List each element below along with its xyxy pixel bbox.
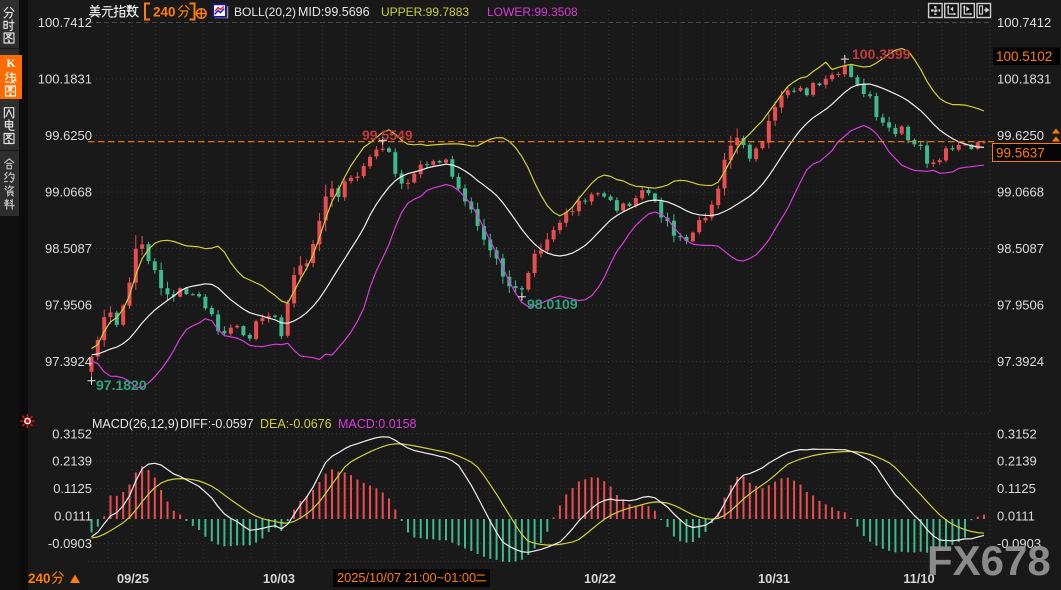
svg-text:0.3152: 0.3152 — [997, 426, 1037, 441]
svg-text:09/25: 09/25 — [117, 571, 149, 586]
svg-text:99.5549: 99.5549 — [362, 127, 413, 143]
svg-text:99.0668: 99.0668 — [45, 185, 92, 200]
svg-text:240: 240 — [153, 5, 176, 20]
svg-text:MACD(26,12,9): MACD(26,12,9) — [92, 417, 179, 431]
svg-text:97.3924: 97.3924 — [45, 354, 92, 369]
svg-text:97.9506: 97.9506 — [45, 298, 92, 313]
svg-text:0.2139: 0.2139 — [997, 454, 1037, 469]
svg-text:10/22: 10/22 — [584, 571, 616, 586]
svg-text:-0.0903: -0.0903 — [48, 536, 92, 551]
svg-text:LOWER:99.3508: LOWER:99.3508 — [487, 5, 578, 19]
svg-text:97.1820: 97.1820 — [96, 377, 147, 393]
svg-text:0.1125: 0.1125 — [997, 481, 1036, 496]
svg-text:100.3599: 100.3599 — [852, 46, 911, 62]
svg-text:MID:99.5696: MID:99.5696 — [298, 5, 370, 19]
svg-text:98.5087: 98.5087 — [45, 241, 92, 256]
svg-text:100.5102: 100.5102 — [996, 49, 1052, 64]
svg-text:0.2139: 0.2139 — [52, 454, 92, 469]
svg-text:FX678: FX678 — [927, 537, 1051, 584]
svg-text:99.6250: 99.6250 — [45, 128, 92, 143]
svg-text:100.7412: 100.7412 — [38, 15, 92, 30]
svg-text:MACD:0.0158: MACD:0.0158 — [338, 417, 417, 431]
svg-text:98.0109: 98.0109 — [527, 296, 578, 312]
svg-text:10/03: 10/03 — [263, 571, 295, 586]
svg-text:98.5087: 98.5087 — [997, 241, 1044, 256]
svg-text:100.7412: 100.7412 — [997, 15, 1051, 30]
svg-text:100.1831: 100.1831 — [997, 72, 1051, 87]
svg-text:DEA:-0.0676: DEA:-0.0676 — [260, 417, 332, 431]
svg-text:99.6250: 99.6250 — [997, 128, 1044, 143]
svg-text:0.0111: 0.0111 — [997, 509, 1035, 524]
svg-text:DIFF:-0.0597: DIFF:-0.0597 — [180, 417, 254, 431]
svg-text:240: 240 — [28, 571, 51, 586]
svg-text:97.3924: 97.3924 — [997, 354, 1044, 369]
svg-text:UPPER:99.7883: UPPER:99.7883 — [381, 5, 469, 19]
svg-text:2025/10/07 21:00~01:00: 2025/10/07 21:00~01:00 — [337, 570, 476, 585]
svg-text:0.3152: 0.3152 — [52, 426, 92, 441]
svg-text:100.1831: 100.1831 — [38, 72, 92, 87]
svg-text:0.1125: 0.1125 — [53, 481, 92, 496]
svg-text:97.9506: 97.9506 — [997, 298, 1044, 313]
svg-text:K: K — [6, 56, 16, 70]
svg-text:10/31: 10/31 — [758, 571, 790, 586]
svg-text:BOLL(20,2): BOLL(20,2) — [234, 5, 296, 19]
svg-text:0.0111: 0.0111 — [54, 509, 92, 524]
svg-text:99.5637: 99.5637 — [996, 146, 1045, 161]
svg-text:99.0668: 99.0668 — [997, 185, 1044, 200]
